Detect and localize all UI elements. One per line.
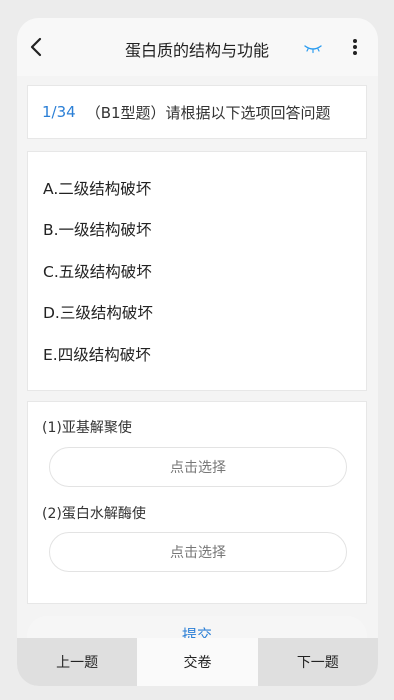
back-arrow-icon[interactable]	[25, 35, 49, 59]
options-panel: A.二级结构破坏 B.一级结构破坏 C.五级结构破坏 D.三级结构破坏 E.四级…	[27, 151, 367, 391]
submit-exam-button[interactable]: 交卷	[137, 638, 258, 686]
sub-question-label-2: (2)蛋白水解酶使	[42, 506, 146, 522]
next-question-button[interactable]: 下一题	[257, 638, 378, 686]
question-header: 1/34 （B1型题）请根据以下选项回答问题	[27, 85, 367, 139]
prev-question-button[interactable]: 上一题	[17, 638, 138, 686]
phone-frame: 蛋白质的结构与功能 1/34 （B1型题）请根据以下选项回答问题 A.二级结构破…	[17, 18, 378, 686]
bottom-nav: 上一题 交卷 下一题	[17, 638, 378, 686]
sub-question-label-1: (1)亚基解聚使	[42, 420, 132, 436]
page-title: 蛋白质的结构与功能	[124, 41, 269, 60]
answer-select-2[interactable]: 点击选择	[49, 532, 347, 572]
top-bar: 蛋白质的结构与功能	[17, 18, 378, 76]
option-e: E.四级结构破坏	[43, 346, 151, 364]
option-d: D.三级结构破坏	[43, 304, 153, 322]
sub-questions-panel: (1)亚基解聚使 点击选择 (2)蛋白水解酶使 点击选择	[27, 401, 367, 604]
option-a: A.二级结构破坏	[43, 180, 152, 198]
answer-select-1[interactable]: 点击选择	[49, 447, 347, 487]
option-b: B.一级结构破坏	[43, 221, 152, 239]
eye-closed-icon[interactable]	[303, 42, 323, 54]
question-number: 1/34	[42, 103, 76, 121]
question-text: （B1型题）请根据以下选项回答问题	[85, 103, 331, 122]
more-icon[interactable]	[345, 36, 365, 58]
option-c: C.五级结构破坏	[43, 263, 152, 281]
